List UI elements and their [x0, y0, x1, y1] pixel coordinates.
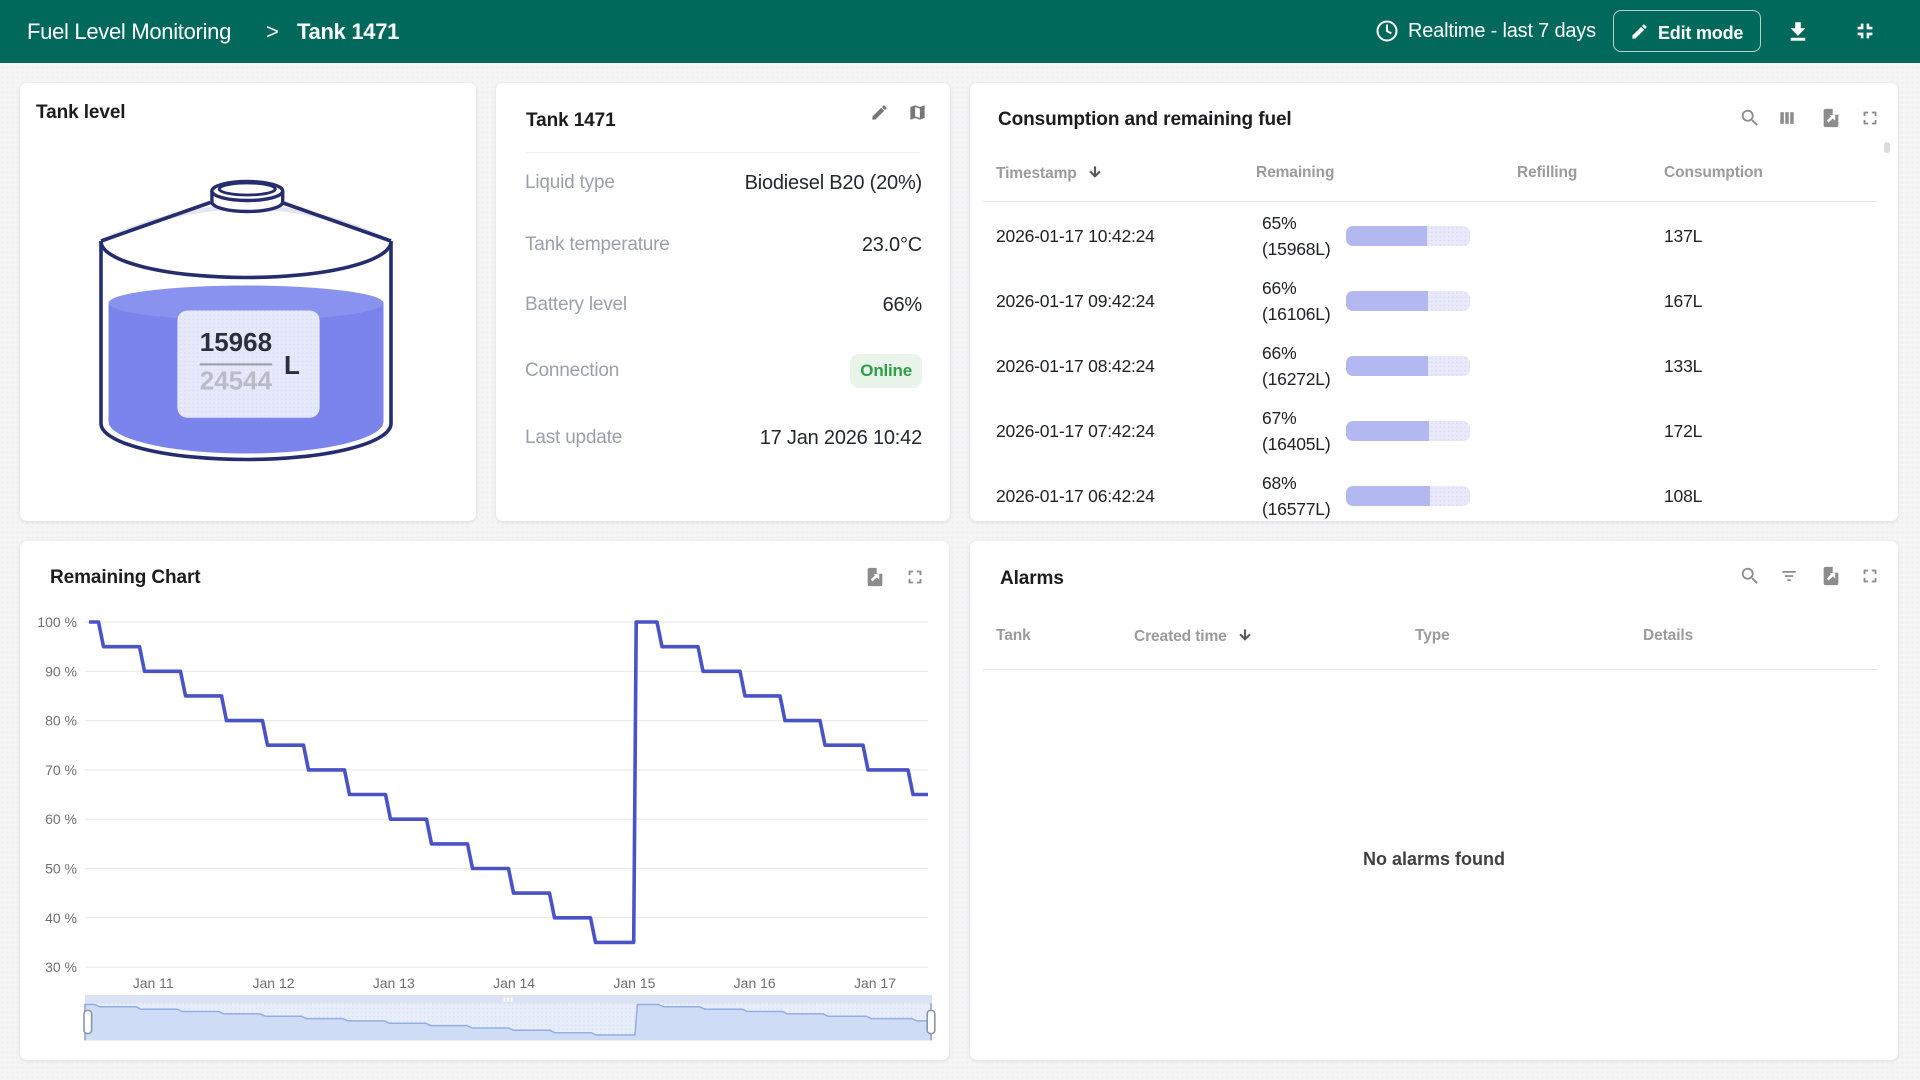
svg-text:L: L — [284, 350, 300, 380]
svg-text:90 %: 90 % — [45, 663, 77, 679]
svg-text:Jan 15: Jan 15 — [613, 975, 655, 991]
svg-text:24544: 24544 — [200, 366, 273, 396]
svg-text:Jan 16: Jan 16 — [734, 975, 776, 991]
svg-text:Jan 14: Jan 14 — [493, 975, 535, 991]
svg-text:70 %: 70 % — [45, 762, 77, 778]
svg-text:40 %: 40 % — [45, 910, 77, 926]
svg-text:80 %: 80 % — [45, 713, 77, 729]
svg-text:100 %: 100 % — [37, 614, 77, 630]
svg-text:30 %: 30 % — [45, 959, 77, 975]
svg-text:Jan 13: Jan 13 — [373, 975, 415, 991]
svg-text:50 %: 50 % — [45, 861, 77, 877]
svg-text:Jan 11: Jan 11 — [133, 975, 174, 991]
svg-text:Jan 12: Jan 12 — [252, 975, 294, 991]
svg-text:15968: 15968 — [200, 327, 272, 357]
svg-text:Jan 17: Jan 17 — [854, 975, 896, 991]
svg-text:60 %: 60 % — [45, 811, 77, 827]
